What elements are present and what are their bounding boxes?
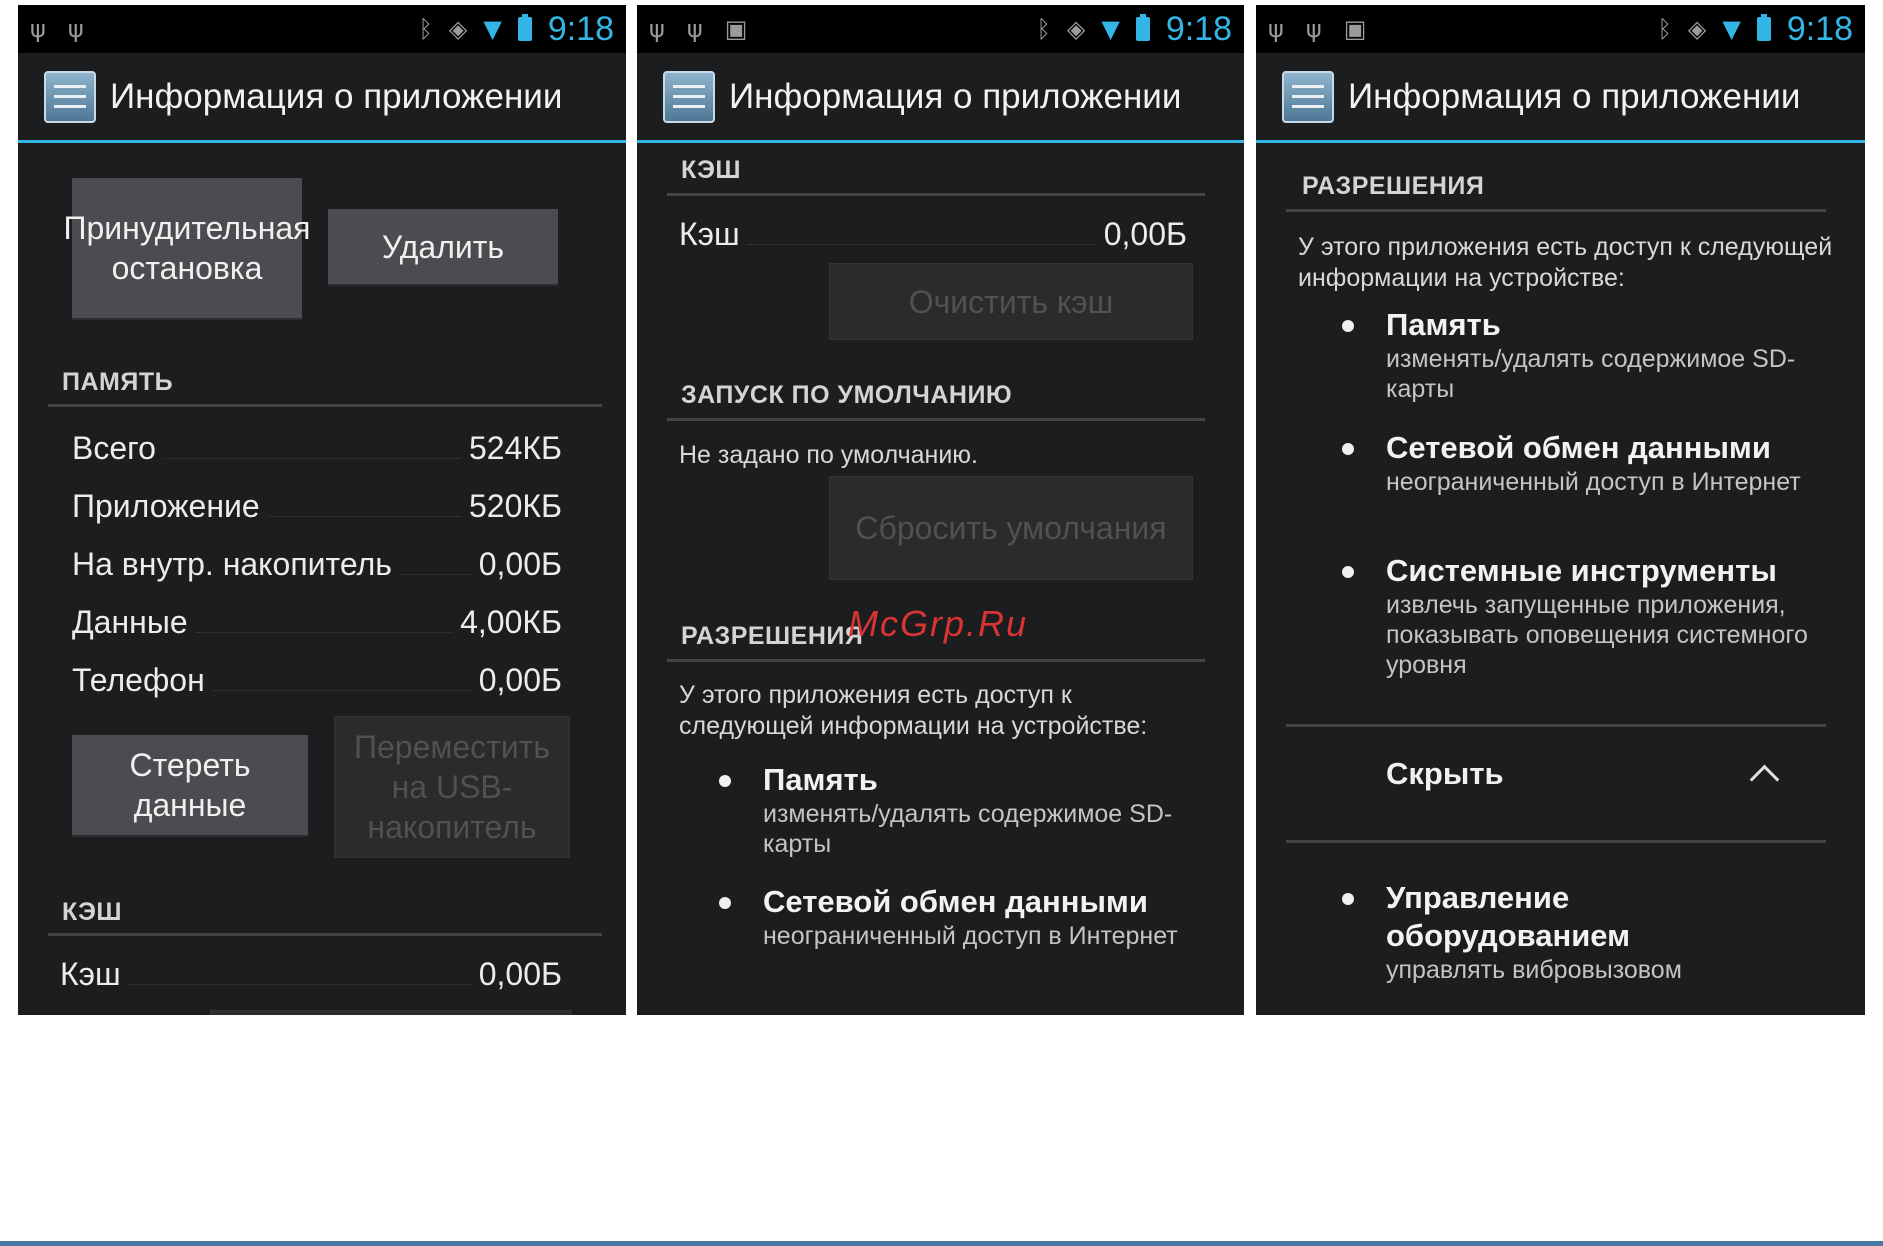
image-icon: ▣ bbox=[724, 15, 748, 43]
divider bbox=[667, 659, 1205, 662]
bullet-icon bbox=[719, 775, 731, 787]
wifi-icon: ▼ bbox=[483, 15, 502, 43]
permission-item[interactable]: Память изменять/удалять содержимое SD-ка… bbox=[719, 761, 1189, 859]
settings-app-icon[interactable] bbox=[44, 70, 96, 123]
screen-app-info-3: ψ ψ ▣ ᛒ ◈ ▼ 9:18 Информация о приложении… bbox=[1256, 5, 1865, 1015]
reset-defaults-button[interactable]: Сбросить умолчания bbox=[829, 476, 1193, 580]
usb-icon: ψ bbox=[649, 15, 665, 43]
force-stop-button[interactable]: Принудительная остановка bbox=[64, 178, 311, 320]
clock: 9:18 bbox=[1786, 9, 1853, 48]
bluetooth-icon: ᛒ bbox=[1036, 15, 1051, 43]
bullet-icon bbox=[1342, 566, 1354, 578]
settings-app-icon[interactable] bbox=[663, 70, 715, 123]
permission-item[interactable]: Сетевой обмен данными неограниченный дос… bbox=[719, 883, 1189, 951]
action-bar: Информация о приложении bbox=[18, 53, 626, 143]
bullet-icon bbox=[719, 897, 731, 909]
status-bar: ψ ψ ᛒ ◈ ▼ 9:18 bbox=[18, 5, 626, 53]
permissions-header: РАЗРЕШЕНИЯ bbox=[1302, 172, 1485, 200]
hide-toggle[interactable]: Скрыть bbox=[1386, 756, 1780, 794]
chevron-up-icon bbox=[1749, 764, 1780, 794]
page-bottom-line bbox=[0, 1241, 1883, 1246]
cache-section-header: КЭШ bbox=[681, 156, 741, 184]
divider bbox=[1286, 209, 1826, 212]
permissions-intro: У этого приложения есть доступ к следующ… bbox=[1298, 233, 1833, 292]
sync-icon: ◈ bbox=[448, 15, 468, 43]
status-bar: ψ ψ ▣ ᛒ ◈ ▼ 9:18 bbox=[1256, 5, 1865, 53]
wifi-icon: ▼ bbox=[1101, 15, 1120, 43]
usb-icon: ψ bbox=[1268, 15, 1284, 43]
image-icon: ▣ bbox=[1343, 15, 1367, 43]
usb-icon: ψ bbox=[1305, 15, 1322, 43]
divider bbox=[1286, 840, 1826, 843]
memory-row-app: Приложение 520КБ bbox=[72, 488, 562, 524]
screen-app-info-2: ψ ψ ▣ ᛒ ◈ ▼ 9:18 Информация о приложении… bbox=[637, 5, 1244, 1015]
launch-default-header: ЗАПУСК ПО УМОЛЧАНИЮ bbox=[681, 381, 1013, 409]
status-bar: ψ ψ ▣ ᛒ ◈ ▼ 9:18 bbox=[637, 5, 1244, 53]
action-bar: Информация о приложении bbox=[637, 53, 1244, 143]
memory-row-internal: На внутр. накопитель 0,00Б bbox=[72, 546, 562, 582]
screen-app-info-1: ψ ψ ᛒ ◈ ▼ 9:18 Информация о приложении П… bbox=[18, 5, 626, 1015]
clear-cache-button[interactable]: Очистить кэш bbox=[829, 263, 1193, 340]
delete-button[interactable]: Удалить bbox=[328, 209, 558, 286]
memory-row-phone: Телефон 0,00Б bbox=[72, 662, 562, 698]
move-to-usb-button[interactable]: Переместить на USB-накопитель bbox=[334, 716, 570, 858]
sync-icon: ◈ bbox=[1066, 15, 1086, 43]
battery-icon bbox=[517, 14, 532, 41]
divider bbox=[48, 404, 602, 407]
permissions-header: РАЗРЕШЕНИЯ bbox=[681, 622, 864, 650]
usb-icon: ψ bbox=[67, 15, 84, 43]
page-title: Информация о приложении bbox=[1348, 76, 1801, 116]
sync-icon: ◈ bbox=[1687, 15, 1707, 43]
clock: 9:18 bbox=[1165, 9, 1232, 48]
wifi-icon: ▼ bbox=[1722, 15, 1741, 43]
usb-icon: ψ bbox=[686, 15, 703, 43]
memory-section-header: ПАМЯТЬ bbox=[62, 368, 174, 396]
battery-icon bbox=[1135, 14, 1150, 41]
divider bbox=[1286, 724, 1826, 727]
not-set-text: Не задано по умолчанию. bbox=[679, 441, 978, 469]
permissions-intro: У этого приложения есть доступ к следующ… bbox=[679, 681, 1148, 740]
divider bbox=[667, 193, 1205, 196]
permission-item[interactable]: Системные инструменты извлечь запущенные… bbox=[1342, 552, 1822, 680]
usb-icon: ψ bbox=[30, 15, 46, 43]
bluetooth-icon: ᛒ bbox=[418, 15, 433, 43]
memory-row-data: Данные 4,00КБ bbox=[72, 604, 562, 640]
clear-cache-button-partial[interactable] bbox=[210, 1010, 572, 1015]
permission-item[interactable]: Память изменять/удалять содержимое SD-ка… bbox=[1342, 306, 1822, 404]
battery-icon bbox=[1756, 14, 1771, 41]
memory-row-total: Всего 524КБ bbox=[72, 430, 562, 466]
cache-row: Кэш 0,00Б bbox=[679, 216, 1187, 252]
bullet-icon bbox=[1342, 893, 1354, 905]
bullet-icon bbox=[1342, 320, 1354, 332]
bluetooth-icon: ᛒ bbox=[1657, 15, 1672, 43]
clock: 9:18 bbox=[547, 9, 614, 48]
cache-section-header: КЭШ bbox=[62, 898, 122, 926]
divider bbox=[667, 418, 1205, 421]
clear-data-button[interactable]: Стереть данные bbox=[72, 735, 308, 837]
settings-app-icon[interactable] bbox=[1282, 70, 1334, 123]
action-bar: Информация о приложении bbox=[1256, 53, 1865, 143]
watermark: McGrp.Ru bbox=[848, 603, 1029, 644]
permission-item[interactable]: Сетевой обмен данными неограниченный дос… bbox=[1342, 429, 1822, 497]
permission-item[interactable]: Управление оборудованием управлять вибро… bbox=[1342, 879, 1812, 985]
divider bbox=[48, 933, 602, 936]
page-title: Информация о приложении bbox=[110, 76, 563, 116]
cache-row: Кэш 0,00Б bbox=[60, 956, 562, 992]
bullet-icon bbox=[1342, 443, 1354, 455]
page-title: Информация о приложении bbox=[729, 76, 1182, 116]
